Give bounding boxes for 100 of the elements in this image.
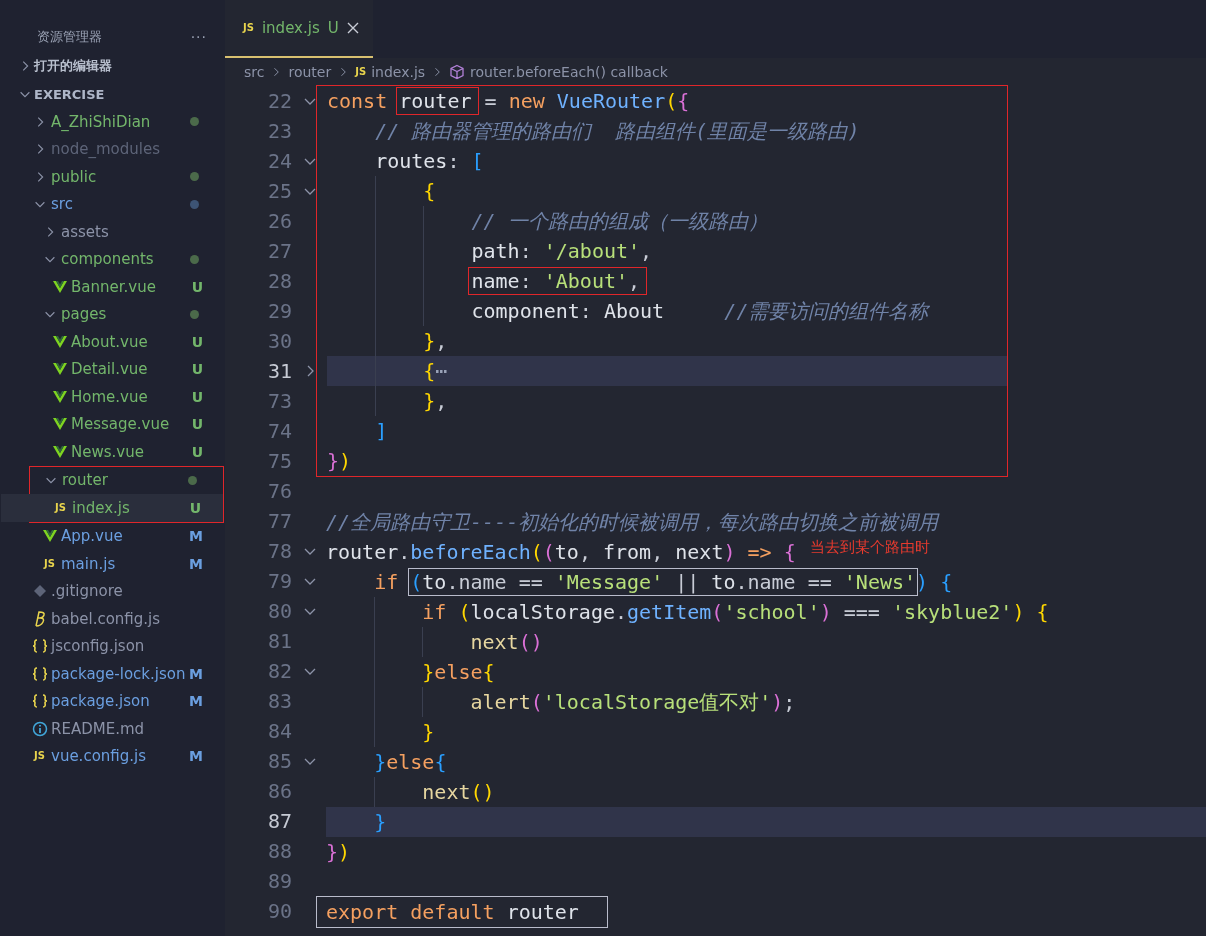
vue-logo-icon	[51, 278, 68, 295]
git-status: U	[191, 388, 203, 405]
file-item[interactable]: .gitignore	[0, 577, 225, 605]
line-number: 81	[266, 629, 292, 653]
file-item[interactable]: Message.vue U	[0, 410, 225, 438]
line-number: 90	[266, 899, 292, 923]
git-status: M	[189, 528, 203, 545]
file-item[interactable]: babel.config.js	[0, 605, 225, 633]
breadcrumb-item[interactable]: router	[288, 64, 332, 80]
file-item[interactable]: package-lock.json M	[0, 660, 225, 688]
explorer-title: 资源管理器	[37, 28, 102, 46]
line-number: 27	[266, 239, 292, 263]
line-number: 31	[266, 359, 292, 383]
line-number: 78	[266, 539, 292, 563]
line-number: 73	[266, 389, 292, 413]
code-text: ) {	[916, 569, 953, 596]
code-text: const	[327, 88, 389, 115]
file-item[interactable]: JS vue.config.js M	[0, 742, 225, 770]
annotated-code: export default router	[316, 896, 608, 928]
code-text: = new VueRouter({	[483, 88, 690, 115]
line-number: 80	[266, 599, 292, 623]
folder-item[interactable]: src	[0, 190, 225, 218]
breadcrumb-item[interactable]: JS index.js	[355, 64, 426, 80]
folder-item[interactable]: public	[0, 163, 225, 191]
code-text: {	[423, 178, 436, 205]
folder-item[interactable]: assets	[0, 218, 225, 246]
file-item[interactable]: package.json M	[0, 687, 225, 715]
info-icon	[31, 720, 48, 737]
git-status: U	[191, 416, 203, 433]
line-number: 23	[266, 119, 292, 143]
code-text: },	[423, 328, 448, 355]
vue-logo-icon	[51, 333, 68, 350]
editor-tab[interactable]: JS index.js U	[225, 0, 373, 58]
line-number: 74	[266, 419, 292, 443]
file-item[interactable]: JS index.js U	[1, 494, 223, 522]
close-icon[interactable]	[346, 22, 359, 34]
line-number: 26	[266, 209, 292, 233]
folder-item[interactable]: router	[1, 466, 223, 494]
line-number: 86	[266, 779, 292, 803]
annotated-code: router	[396, 87, 479, 115]
annotated-code: (to.name == 'Message' || to.name == 'News'	[408, 568, 919, 596]
file-item[interactable]: Banner.vue U	[0, 273, 225, 301]
section-header[interactable]: 打开的编辑器	[0, 52, 225, 80]
annotation-note: 当去到某个路由时	[809, 537, 930, 557]
code-text: })	[326, 839, 351, 866]
js-file-icon: JS	[34, 750, 45, 763]
file-item[interactable]: Detail.vue U	[0, 355, 225, 383]
code-text: if	[374, 569, 400, 596]
file-item[interactable]: App.vue M	[0, 522, 225, 550]
line-number: 29	[266, 299, 292, 323]
file-item[interactable]: About.vue U	[0, 328, 225, 356]
line-number: 28	[266, 269, 292, 293]
code-text: {⋯	[423, 358, 448, 385]
code-text: next()	[422, 779, 495, 806]
git-status: M	[189, 555, 203, 572]
line-number: 88	[266, 839, 292, 863]
breadcrumb-item[interactable]: src	[244, 64, 265, 80]
js-file-icon: JS	[243, 22, 254, 34]
js-file-icon: JS	[44, 557, 55, 570]
git-status: M	[189, 748, 203, 765]
line-number: 83	[266, 689, 292, 713]
code-text: path: '/about',	[471, 238, 653, 265]
file-item[interactable]: README.md	[0, 715, 225, 743]
line-number: 75	[266, 449, 292, 473]
code-text: ]	[375, 418, 388, 445]
folder-item[interactable]: A_ZhiShiDian	[0, 108, 225, 136]
code-text: }else{	[422, 659, 495, 686]
git-status: U	[191, 278, 203, 295]
more-actions[interactable]: ···	[190, 29, 207, 45]
git-status: U	[191, 361, 203, 378]
line-number: 22	[266, 89, 292, 113]
line-number: 89	[266, 869, 292, 893]
file-item[interactable]: JS main.js M	[0, 550, 225, 578]
code-text: next()	[470, 629, 543, 656]
vue-logo-icon	[51, 443, 68, 460]
js-file-icon: JS	[55, 501, 66, 514]
line-number: 85	[266, 749, 292, 773]
breadcrumb-item[interactable]: router.beforeEach() callback	[449, 64, 668, 80]
code-text: // 一个路由的组成（一级路由）	[471, 208, 768, 235]
code-text: router.beforeEach((to, from, next) => {	[326, 539, 796, 566]
git-status: M	[189, 693, 203, 710]
code-text: })	[327, 448, 352, 475]
line-number: 77	[266, 509, 292, 533]
code-text: },	[423, 388, 448, 415]
section-header[interactable]: EXERCISE	[0, 80, 225, 108]
code-text: routes: [	[375, 148, 484, 175]
file-item[interactable]: Home.vue U	[0, 383, 225, 411]
braces-icon	[31, 665, 48, 682]
line-number: 84	[266, 719, 292, 743]
js-file-icon: JS	[355, 66, 367, 78]
line-number: 25	[266, 179, 292, 203]
code-text: if (localStorage.getItem('school') === 'skyblue2') {	[422, 599, 1049, 626]
file-item[interactable]: jsconfig.json	[0, 632, 225, 660]
annotated-code: name: 'About',	[468, 267, 648, 295]
file-item[interactable]: News.vue U	[0, 438, 225, 466]
folder-item[interactable]: components	[0, 245, 225, 273]
line-number: 87	[266, 809, 292, 833]
folder-item[interactable]: pages	[0, 300, 225, 328]
code-text: //全局路由守卫----初始化的时候被调用，每次路由切换之前被调用	[326, 509, 939, 536]
cube-icon	[449, 64, 466, 80]
